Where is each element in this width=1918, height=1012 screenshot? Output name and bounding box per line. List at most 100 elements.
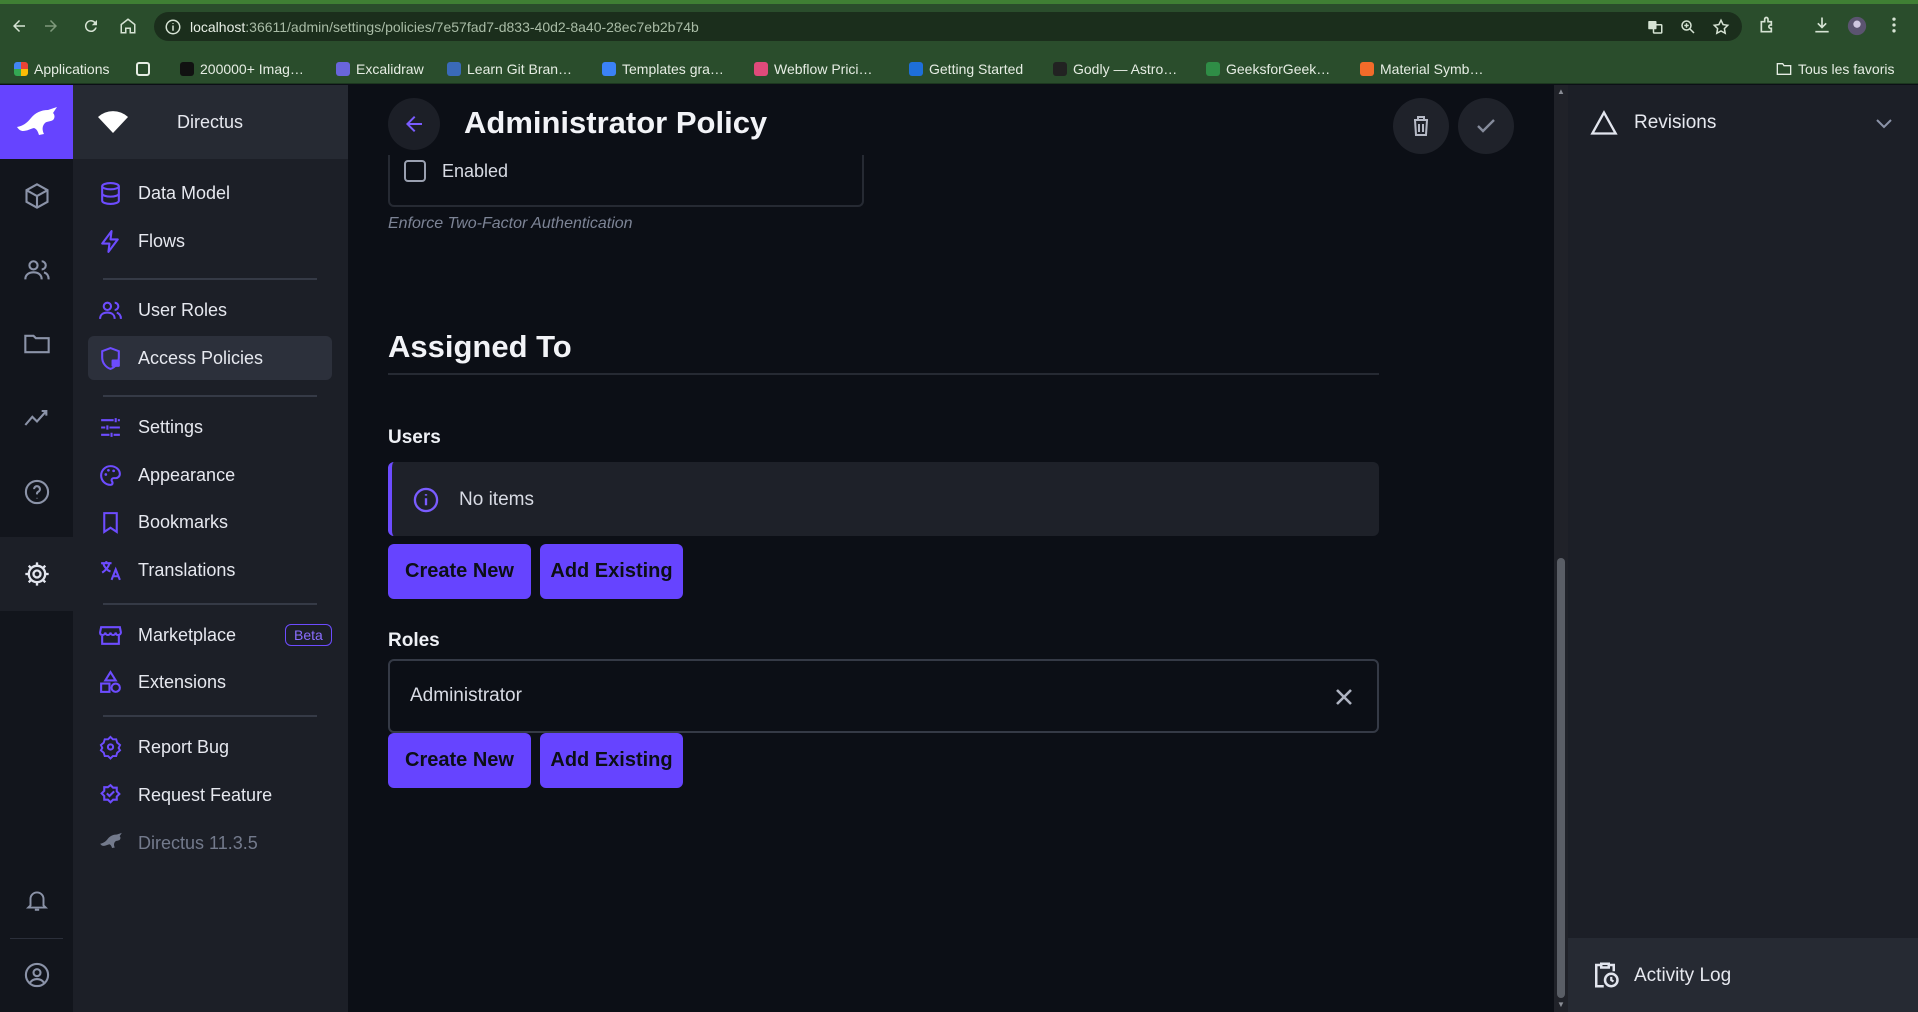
roles-add-existing-button[interactable]: Add Existing	[540, 733, 683, 788]
storefront-icon	[98, 623, 123, 648]
nav-item-appearance[interactable]: Appearance	[88, 453, 332, 497]
extensions-puzzle-icon[interactable]	[1758, 15, 1780, 37]
nav-item-version[interactable]: Directus 11.3.5	[88, 821, 332, 865]
bookmark-excalidraw[interactable]: Excalidraw	[336, 59, 424, 79]
nav-item-marketplace[interactable]: Marketplace Beta	[88, 613, 332, 657]
reload-icon[interactable]	[80, 15, 102, 37]
assigned-to-heading: Assigned To	[388, 329, 572, 364]
nav-item-flows[interactable]: Flows	[88, 219, 332, 263]
rabbit-logo-icon	[16, 107, 57, 135]
nav-item-access-policies[interactable]: Access Policies	[88, 336, 332, 380]
nav-item-request-feature[interactable]: Request Feature	[88, 773, 332, 817]
project-header[interactable]: Directus	[73, 85, 348, 159]
nav-item-translations[interactable]: Translations	[88, 548, 332, 592]
revisions-section[interactable]: Revisions	[1568, 85, 1918, 159]
home-icon[interactable]	[117, 15, 139, 37]
project-name: Directus	[177, 112, 244, 132]
scroll-up-arrow-icon[interactable]: ▲	[1557, 88, 1565, 96]
main-scrollbar[interactable]: ▲ ▼	[1554, 85, 1568, 1012]
activity-log-button[interactable]: Activity Log	[1568, 938, 1918, 1012]
chevron-down-icon[interactable]	[1872, 111, 1896, 135]
nav-item-extensions[interactable]: Extensions	[88, 660, 332, 704]
insights-chart-icon[interactable]	[0, 381, 73, 455]
nav-item-user-roles[interactable]: User Roles	[88, 288, 332, 332]
folder-icon	[1776, 62, 1792, 76]
revisions-label: Revisions	[1634, 112, 1717, 133]
users-add-existing-button[interactable]: Add Existing	[540, 544, 683, 599]
directus-logo[interactable]	[0, 85, 73, 159]
translate-icon[interactable]	[1646, 18, 1664, 36]
settings-navigation: Directus Data Model Flows User Roles Acc…	[73, 85, 348, 1012]
file-library-folder-icon[interactable]	[0, 307, 73, 381]
bookmark-favicon	[180, 62, 194, 76]
content-module-cube-icon[interactable]	[0, 159, 73, 233]
tfa-checkbox-label[interactable]: Enabled	[442, 161, 508, 182]
users-label: Users	[388, 427, 441, 448]
roles-create-new-button[interactable]: Create New	[388, 733, 531, 788]
role-list-item[interactable]: Administrator	[388, 659, 1379, 733]
nav-item-bookmarks[interactable]: Bookmarks	[88, 500, 332, 544]
change-history-triangle-icon	[1590, 109, 1618, 137]
bookmark-geeksforgeeks[interactable]: GeeksforGeek…	[1206, 59, 1330, 79]
scroll-down-arrow-icon[interactable]: ▼	[1557, 1001, 1565, 1009]
clipboard-clock-icon	[1590, 960, 1620, 990]
nav-item-report-bug[interactable]: Report Bug	[88, 725, 332, 769]
bookmark-favicon	[909, 62, 923, 76]
forward-arrow-icon[interactable]	[40, 15, 62, 37]
nav-item-settings[interactable]: Settings	[88, 405, 332, 449]
bookmark-learn-git[interactable]: Learn Git Bran…	[447, 59, 572, 79]
profile-avatar-icon[interactable]	[1846, 15, 1868, 37]
bookmark-icon	[98, 510, 123, 535]
nav-label: Request Feature	[138, 785, 273, 805]
star-bookmark-icon[interactable]	[1712, 18, 1730, 36]
site-info-icon[interactable]	[164, 18, 182, 36]
bookmark-favicon	[1360, 62, 1374, 76]
nav-label: Bookmarks	[138, 512, 229, 532]
bookmark-material-symbols[interactable]: Material Symb…	[1360, 59, 1483, 79]
menu-kebab-icon[interactable]	[1884, 15, 1906, 37]
bookmark-webflow[interactable]: Webflow Prici…	[754, 59, 873, 79]
bookmark-templates[interactable]: Templates gra…	[602, 59, 724, 79]
user-account-icon[interactable]	[0, 938, 73, 1012]
delete-button[interactable]	[1393, 98, 1449, 154]
bookmark-favicon	[1053, 62, 1067, 76]
bookmark-grid-separator[interactable]	[136, 59, 150, 79]
group-icon	[98, 298, 123, 323]
help-question-icon[interactable]	[0, 455, 73, 529]
tfa-checkbox[interactable]	[404, 160, 426, 182]
nav-label: Marketplace	[138, 625, 237, 645]
notifications-bell-icon[interactable]	[0, 863, 73, 937]
nav-label: Extensions	[138, 672, 227, 692]
save-button[interactable]	[1458, 98, 1514, 154]
nav-label: Report Bug	[138, 737, 230, 757]
address-bar[interactable]: localhost:36611/admin/settings/policies/…	[154, 12, 1742, 41]
grid-icon	[136, 62, 150, 76]
policy-detail-content: Administrator Policy Enabled Enforce Two…	[348, 85, 1554, 1012]
bookmark-200000-images[interactable]: 200000+ Imag…	[180, 59, 304, 79]
bookmark-godly[interactable]: Godly — Astro…	[1053, 59, 1177, 79]
download-icon[interactable]	[1812, 15, 1834, 37]
role-name: Administrator	[410, 685, 522, 706]
nav-label: Settings	[138, 417, 204, 437]
nav-divider	[103, 715, 317, 717]
palette-icon	[98, 463, 123, 488]
nav-label: Translations	[138, 560, 236, 580]
all-bookmarks[interactable]: Tous les favoris	[1776, 59, 1894, 79]
rabbit-logo-icon	[98, 831, 123, 856]
back-arrow-icon[interactable]	[8, 15, 30, 37]
nav-item-data-model[interactable]: Data Model	[88, 171, 332, 215]
zoom-icon[interactable]	[1679, 18, 1697, 36]
bookmark-getting-started[interactable]: Getting Started	[909, 59, 1023, 79]
users-create-new-button[interactable]: Create New	[388, 544, 531, 599]
nav-label: Data Model	[138, 183, 231, 203]
scrollbar-thumb[interactable]	[1557, 558, 1565, 998]
users-empty-notice: No items	[388, 462, 1379, 536]
module-bar	[0, 85, 73, 1012]
user-directory-icon[interactable]	[0, 233, 73, 307]
bookmark-applications[interactable]: Applications	[14, 59, 110, 79]
close-icon[interactable]	[1330, 683, 1358, 711]
settings-gear-icon[interactable]	[0, 537, 73, 611]
bolt-icon	[98, 229, 123, 254]
back-button[interactable]	[388, 98, 440, 150]
nav-divider	[103, 278, 317, 280]
